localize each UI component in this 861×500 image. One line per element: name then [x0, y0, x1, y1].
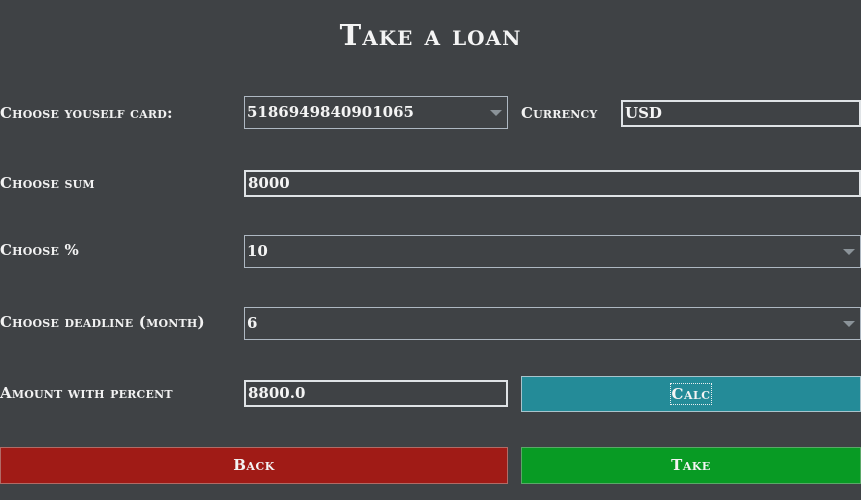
deadline-select-value: 6	[245, 308, 838, 339]
calc-button[interactable]: Calc	[521, 376, 861, 412]
deadline-select[interactable]: 6	[244, 307, 861, 340]
currency-field[interactable]: USD	[621, 100, 861, 127]
card-select[interactable]: 5186949840901065	[244, 96, 508, 129]
percent-dropdown-button[interactable]	[837, 236, 860, 267]
percent-select-value: 10	[245, 236, 838, 267]
sum-input[interactable]: 8000	[244, 170, 861, 197]
chevron-down-icon	[489, 109, 502, 116]
card-dropdown-button[interactable]	[484, 97, 507, 128]
calc-button-label: Calc	[669, 383, 713, 405]
amount-field[interactable]: 8800.0	[244, 380, 508, 407]
deadline-label: Choose deadline (month)	[0, 313, 205, 331]
deadline-dropdown-button[interactable]	[837, 308, 860, 339]
loan-window: Take a loan Choose youself card: 5186949…	[0, 0, 861, 500]
percent-select[interactable]: 10	[244, 235, 861, 268]
chevron-down-icon	[842, 248, 855, 255]
percent-label: Choose %	[0, 241, 79, 259]
card-label: Choose youself card:	[0, 104, 173, 122]
currency-label: Currency	[521, 104, 598, 122]
card-select-value: 5186949840901065	[245, 97, 485, 128]
page-title: Take a loan	[339, 18, 522, 52]
sum-label: Choose sum	[0, 174, 95, 192]
chevron-down-icon	[842, 320, 855, 327]
take-button[interactable]: Take	[521, 447, 861, 484]
back-button[interactable]: Back	[0, 447, 508, 484]
amount-label: Amount with percent	[0, 384, 173, 402]
